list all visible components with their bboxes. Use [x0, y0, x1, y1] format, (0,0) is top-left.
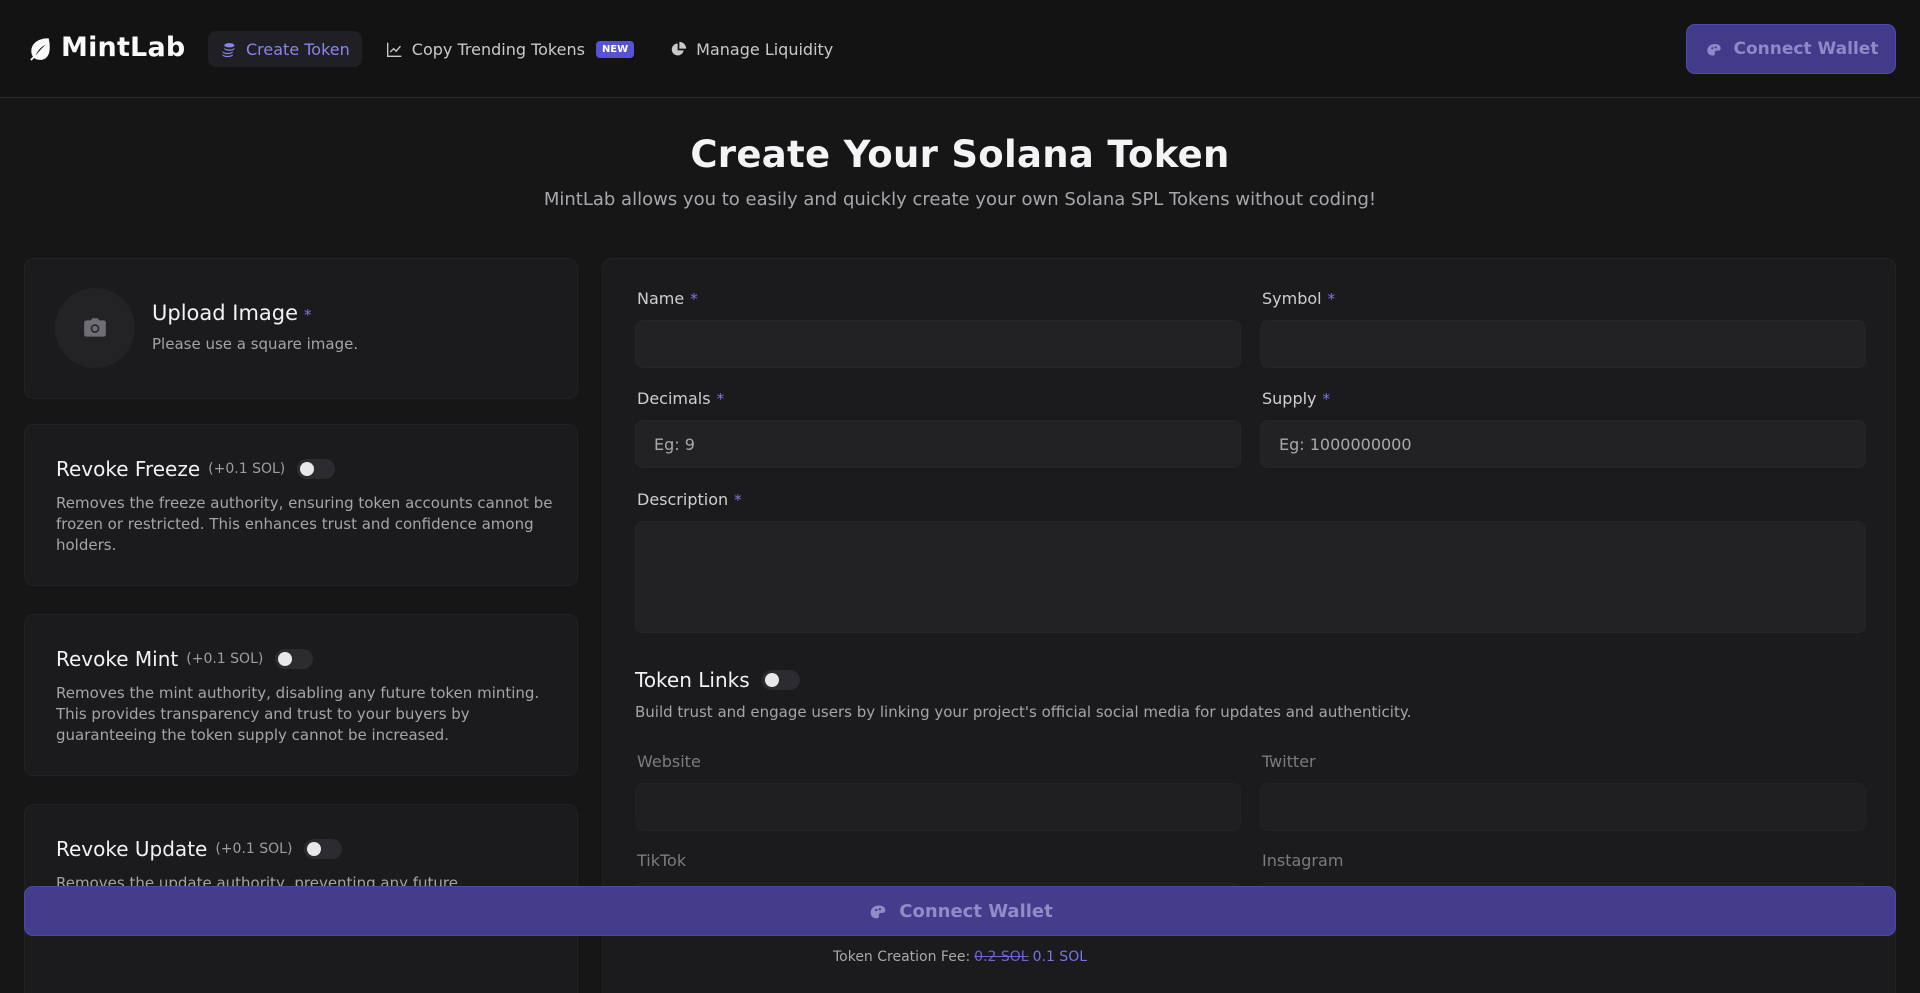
connect-wallet-submit-label: Connect Wallet — [899, 900, 1053, 922]
website-label: Website — [637, 752, 701, 771]
revoke-freeze-desc: Removes the freeze authority, ensuring t… — [56, 494, 553, 554]
website-input[interactable] — [635, 783, 1241, 831]
revoke-freeze-fee: (+0.1 SOL) — [208, 461, 286, 477]
revoke-freeze-title: Revoke Freeze — [56, 457, 201, 481]
required-marker: * — [1327, 290, 1336, 308]
connect-wallet-label: Connect Wallet — [1733, 39, 1879, 59]
upload-title-text: Upload Image — [152, 301, 299, 325]
page-subtitle: MintLab allows you to easily and quickly… — [543, 189, 1377, 210]
decimals-input[interactable] — [635, 420, 1241, 468]
nav-copy-trending[interactable]: Copy Trending Tokens NEW — [374, 31, 646, 67]
revoke-freeze-toggle[interactable] — [297, 459, 336, 479]
required-marker: * — [304, 306, 312, 324]
token-links-header: Token Links — [635, 668, 800, 692]
twitter-label: Twitter — [1262, 752, 1316, 771]
twitter-input[interactable] — [1260, 783, 1866, 831]
trending-chart-icon — [386, 42, 402, 57]
tiktok-label: TikTok — [637, 851, 687, 870]
leaf-icon — [30, 37, 50, 61]
required-marker: * — [716, 390, 725, 408]
name-label-text: Name — [637, 289, 685, 308]
top-header: MintLab Create Token Copy Trending Token… — [0, 0, 1920, 98]
supply-label-text: Supply — [1262, 389, 1317, 408]
pie-chart-icon — [671, 41, 687, 55]
coins-icon — [222, 42, 235, 57]
revoke-update-toggle[interactable] — [304, 839, 343, 859]
wallet-icon — [1706, 44, 1721, 56]
symbol-label: Symbol * — [1262, 289, 1335, 308]
name-label: Name * — [637, 289, 698, 308]
revoke-mint-header: Revoke Mint (+0.1 SOL) — [56, 647, 314, 671]
nav-copy-trending-label: Copy Trending Tokens — [411, 39, 585, 59]
nav-manage-liquidity-label: Manage Liquidity — [696, 39, 834, 59]
supply-input[interactable] — [1260, 420, 1866, 468]
fee-label: Token Creation Fee: — [832, 949, 971, 965]
instagram-label: Instagram — [1262, 851, 1344, 870]
description-label-text: Description — [637, 490, 729, 509]
description-input[interactable] — [635, 521, 1866, 633]
symbol-label-text: Symbol — [1262, 289, 1322, 308]
upload-image-card[interactable]: Upload Image * Please use a square image. — [24, 258, 578, 399]
revoke-freeze-card: Revoke Freeze (+0.1 SOL) Removes the fre… — [24, 424, 578, 586]
required-marker: * — [734, 491, 742, 509]
camera-icon — [84, 318, 106, 337]
upload-image-button[interactable] — [55, 288, 135, 368]
nav-create-token-label: Create Token — [246, 39, 350, 59]
decimals-label: Decimals * — [637, 389, 724, 408]
symbol-input[interactable] — [1260, 320, 1866, 368]
decimals-label-text: Decimals — [637, 389, 711, 408]
revoke-mint-title: Revoke Mint — [56, 647, 179, 671]
revoke-mint-card: Revoke Mint (+0.1 SOL) Removes the mint … — [24, 614, 578, 776]
required-marker: * — [1322, 390, 1331, 408]
revoke-update-header: Revoke Update (+0.1 SOL) — [56, 837, 343, 861]
fee-old-price: 0.2 SOL — [974, 949, 1029, 965]
revoke-freeze-header: Revoke Freeze (+0.1 SOL) — [56, 457, 336, 481]
nav-manage-liquidity[interactable]: Manage Liquidity — [658, 31, 845, 67]
upload-title: Upload Image * — [152, 301, 312, 325]
revoke-mint-desc: Removes the mint authority, disabling an… — [56, 684, 540, 744]
creation-fee: Token Creation Fee: 0.2 SOL 0.1 SOL — [0, 949, 1920, 965]
upload-hint: Please use a square image. — [152, 335, 359, 353]
logo[interactable]: MintLab — [27, 32, 185, 63]
new-badge: NEW — [595, 40, 635, 58]
wallet-icon — [870, 905, 886, 919]
fee-new-price: 0.1 SOL — [1032, 949, 1088, 965]
token-form-panel: Name * Symbol * Decimals * Supply * Descript… — [602, 258, 1896, 993]
token-links-title: Token Links — [635, 668, 750, 692]
revoke-update-title: Revoke Update — [56, 837, 208, 861]
revoke-mint-toggle[interactable] — [275, 649, 314, 669]
token-links-toggle[interactable] — [761, 670, 800, 690]
revoke-mint-fee: (+0.1 SOL) — [186, 651, 264, 667]
token-links-desc: Build trust and engage users by linking … — [635, 703, 1412, 721]
connect-wallet-submit-button[interactable]: Connect Wallet — [24, 886, 1896, 936]
supply-label: Supply * — [1262, 389, 1330, 408]
revoke-update-fee: (+0.1 SOL) — [215, 841, 293, 857]
description-label: Description * — [637, 490, 742, 509]
app-name: MintLab — [61, 32, 186, 63]
nav-create-token[interactable]: Create Token — [208, 31, 362, 67]
page-title: Create Your Solana Token — [690, 133, 1230, 176]
required-marker: * — [690, 290, 698, 308]
name-input[interactable] — [635, 320, 1241, 368]
main-nav: Create Token Copy Trending Tokens NEW Ma… — [208, 31, 845, 67]
connect-wallet-button[interactable]: Connect Wallet — [1686, 24, 1896, 74]
